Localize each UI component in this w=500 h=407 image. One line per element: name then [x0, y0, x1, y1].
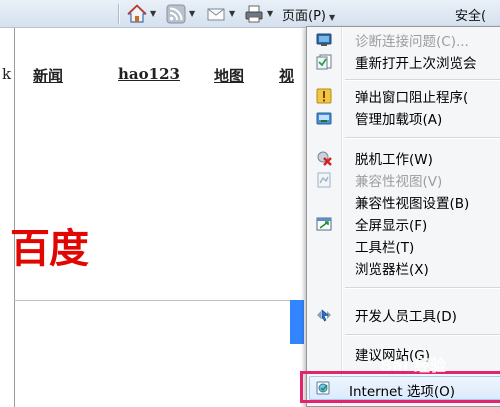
toolbar-separator — [118, 4, 119, 24]
developer-tools-icon — [317, 309, 331, 322]
menu-item-label: 脱机工作(W) — [355, 152, 433, 168]
menu-item-label: 兼容性视图(V) — [355, 174, 443, 190]
rss-feed-icon — [166, 4, 186, 24]
nav-link-news[interactable]: 新闻 — [33, 65, 63, 86]
mail-icon — [207, 8, 225, 21]
nav-link-map[interactable]: 地图 — [214, 65, 244, 86]
menu-item-label: 弹出窗口阻止程序( — [355, 90, 469, 106]
baidu-logo: 百度 — [10, 226, 89, 272]
safety-menu-label: 安全( — [455, 9, 487, 24]
menu-item-manage-addons[interactable]: 管理加载项(A) — [307, 107, 500, 129]
safety-menu-button[interactable]: 安全( — [455, 5, 486, 24]
menu-item-label: 兼容性视图设置(B) — [355, 196, 470, 212]
menu-item-reopen-session[interactable]: 重新打开上次浏览会 — [307, 51, 500, 73]
menu-item-label: 全屏显示(F) — [355, 218, 428, 234]
menu-item-label: 开发人员工具(D) — [355, 309, 457, 325]
command-bar: ▼ ▼ ▼ ▼ 页面(P) ▼ 安全( — [0, 0, 500, 28]
page-menu-button[interactable]: 页面(P) ▼ — [282, 5, 335, 24]
printer-icon — [245, 5, 263, 23]
search-input[interactable] — [14, 300, 304, 301]
home-button[interactable]: ▼ — [127, 3, 156, 25]
popup-blocker-icon — [316, 88, 332, 104]
print-button[interactable]: ▼ — [244, 3, 273, 25]
compat-view-icon — [317, 172, 331, 188]
search-button[interactable] — [290, 300, 304, 344]
home-icon — [127, 4, 147, 23]
menu-item-popup-blocker[interactable]: 弹出窗口阻止程序( — [307, 85, 500, 107]
feeds-button[interactable]: ▼ — [166, 3, 195, 25]
nav-link-fragment[interactable]: k — [2, 65, 11, 83]
page-menu-label: 页面(P) — [282, 9, 326, 24]
work-offline-icon — [317, 151, 332, 166]
menu-item-toolbars[interactable]: 工具栏(T) — [307, 235, 500, 257]
chevron-down-icon[interactable]: ▼ — [229, 10, 235, 18]
menu-item-full-screen[interactable]: 全屏显示(F) — [307, 213, 500, 235]
menu-separator — [345, 334, 500, 335]
menu-item-diagnose-connection[interactable]: 诊断连接问题(C)... — [307, 29, 500, 51]
read-mail-button[interactable]: ▼ — [206, 3, 235, 25]
manage-addons-icon — [316, 112, 332, 125]
watermark: Bai 经验 — [380, 356, 447, 375]
menu-item-label: 浏览器栏(X) — [355, 262, 429, 278]
reopen-session-icon — [316, 54, 332, 70]
fullscreen-icon — [316, 217, 332, 231]
network-diagnose-icon — [316, 33, 332, 46]
chevron-down-icon[interactable]: ▼ — [189, 10, 195, 18]
menu-item-work-offline[interactable]: 脱机工作(W) — [307, 147, 500, 169]
menu-item-label: 诊断连接问题(C)... — [355, 34, 469, 50]
menu-separator — [345, 137, 500, 138]
menu-item-label: 工具栏(T) — [355, 240, 415, 256]
chevron-down-icon[interactable]: ▼ — [267, 10, 273, 18]
menu-item-compat-view[interactable]: 兼容性视图(V) — [307, 169, 500, 191]
chevron-down-icon[interactable]: ▼ — [150, 10, 156, 18]
chevron-down-icon: ▼ — [328, 13, 336, 22]
menu-separator — [345, 287, 500, 288]
menu-separator — [345, 79, 500, 80]
nav-link-video[interactable]: 视 — [279, 65, 294, 86]
menu-item-developer-tools[interactable]: 开发人员工具(D) — [307, 304, 500, 326]
menu-item-label: 重新打开上次浏览会 — [355, 56, 477, 72]
menu-item-label: 管理加载项(A) — [355, 112, 443, 128]
nav-link-hao123[interactable]: hao123 — [118, 65, 180, 83]
menu-item-compat-view-settings[interactable]: 兼容性视图设置(B) — [307, 191, 500, 213]
tools-menu: 诊断连接问题(C)... 重新打开上次浏览会 弹出窗口阻止程序( 管理加载项(A… — [306, 26, 500, 407]
menu-item-explorer-bars[interactable]: 浏览器栏(X) — [307, 257, 500, 279]
